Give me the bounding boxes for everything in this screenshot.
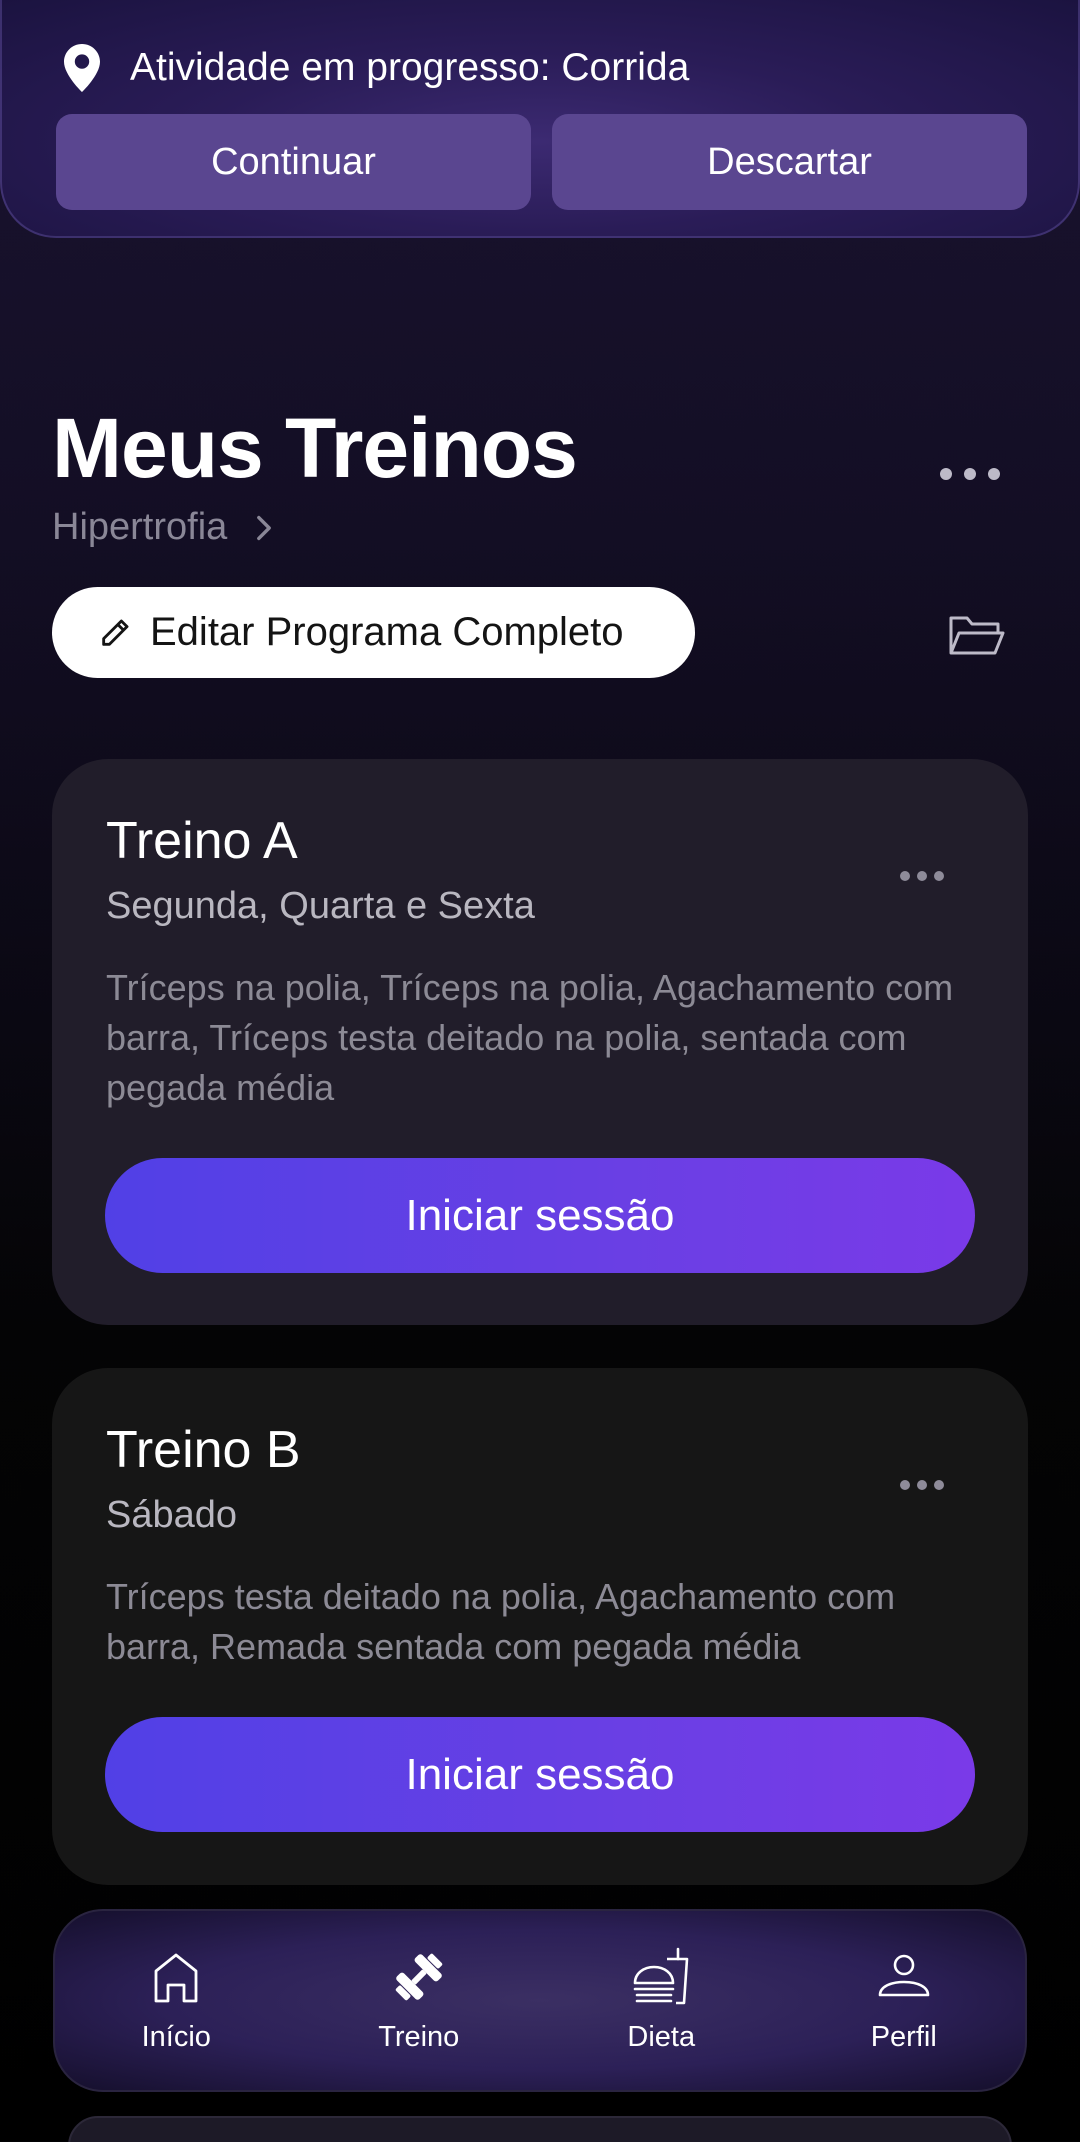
continue-button[interactable]: Continuar	[56, 114, 531, 210]
dumbbell-icon	[395, 1953, 442, 2001]
activity-row: Atividade em progresso: Corrida	[64, 44, 689, 92]
nav-label: Treino	[378, 2021, 460, 2053]
nav-label: Perfil	[870, 2021, 937, 2053]
page-title: Meus Treinos	[52, 401, 578, 495]
home-icon	[154, 1953, 198, 2003]
edit-program-button[interactable]: Editar Programa Completo	[52, 587, 695, 678]
nav-item-treino[interactable]: Treino	[298, 1911, 541, 2090]
program-selector[interactable]: Hipertrofia	[52, 506, 273, 549]
nav-item-dieta[interactable]: Dieta	[540, 1911, 783, 2090]
nav-label: Início	[141, 2021, 211, 2053]
chevron-right-icon	[257, 515, 272, 540]
pencil-icon	[102, 619, 129, 646]
food-icon	[633, 1947, 689, 2005]
activity-status-text: Atividade em progresso: Corrida	[130, 46, 690, 89]
location-pin-icon	[64, 44, 100, 92]
start-session-button[interactable]: Iniciar sessão	[105, 1158, 975, 1273]
workout-title: Treino B	[106, 1421, 301, 1479]
discard-button[interactable]: Descartar	[552, 114, 1027, 210]
user-icon	[878, 1954, 930, 1997]
nav-item-inicio[interactable]: Início	[55, 1911, 298, 2090]
workout-exercises: Tríceps na polia, Tríceps na polia, Agac…	[106, 967, 954, 1108]
workout-card-a: Treino A Segunda, Quarta e Sexta Tríceps…	[52, 759, 1028, 1325]
program-name: Hipertrofia	[52, 506, 228, 548]
workout-options-icon[interactable]	[900, 869, 944, 883]
workout-card-b: Treino B Sábado Tríceps testa deitado na…	[52, 1368, 1028, 1885]
next-card-peek	[68, 2116, 1012, 2142]
activity-banner: Atividade em progresso: Corrida Continua…	[0, 0, 1080, 238]
nav-label: Dieta	[627, 2021, 696, 2053]
workout-days: Sábado	[106, 1494, 238, 1536]
edit-program-label: Editar Programa Completo	[150, 610, 624, 654]
workout-title: Treino A	[106, 812, 298, 870]
folder-icon[interactable]	[948, 613, 1006, 657]
more-options-icon[interactable]	[940, 462, 1000, 486]
start-session-button[interactable]: Iniciar sessão	[105, 1717, 975, 1832]
workout-days: Segunda, Quarta e Sexta	[106, 885, 535, 927]
workout-options-icon[interactable]	[900, 1478, 944, 1492]
nav-item-perfil[interactable]: Perfil	[783, 1911, 1026, 2090]
bottom-navigation: Início Treino Dieta Perfil	[53, 1909, 1027, 2092]
workout-exercises: Tríceps testa deitado na polia, Agachame…	[106, 1576, 896, 1667]
